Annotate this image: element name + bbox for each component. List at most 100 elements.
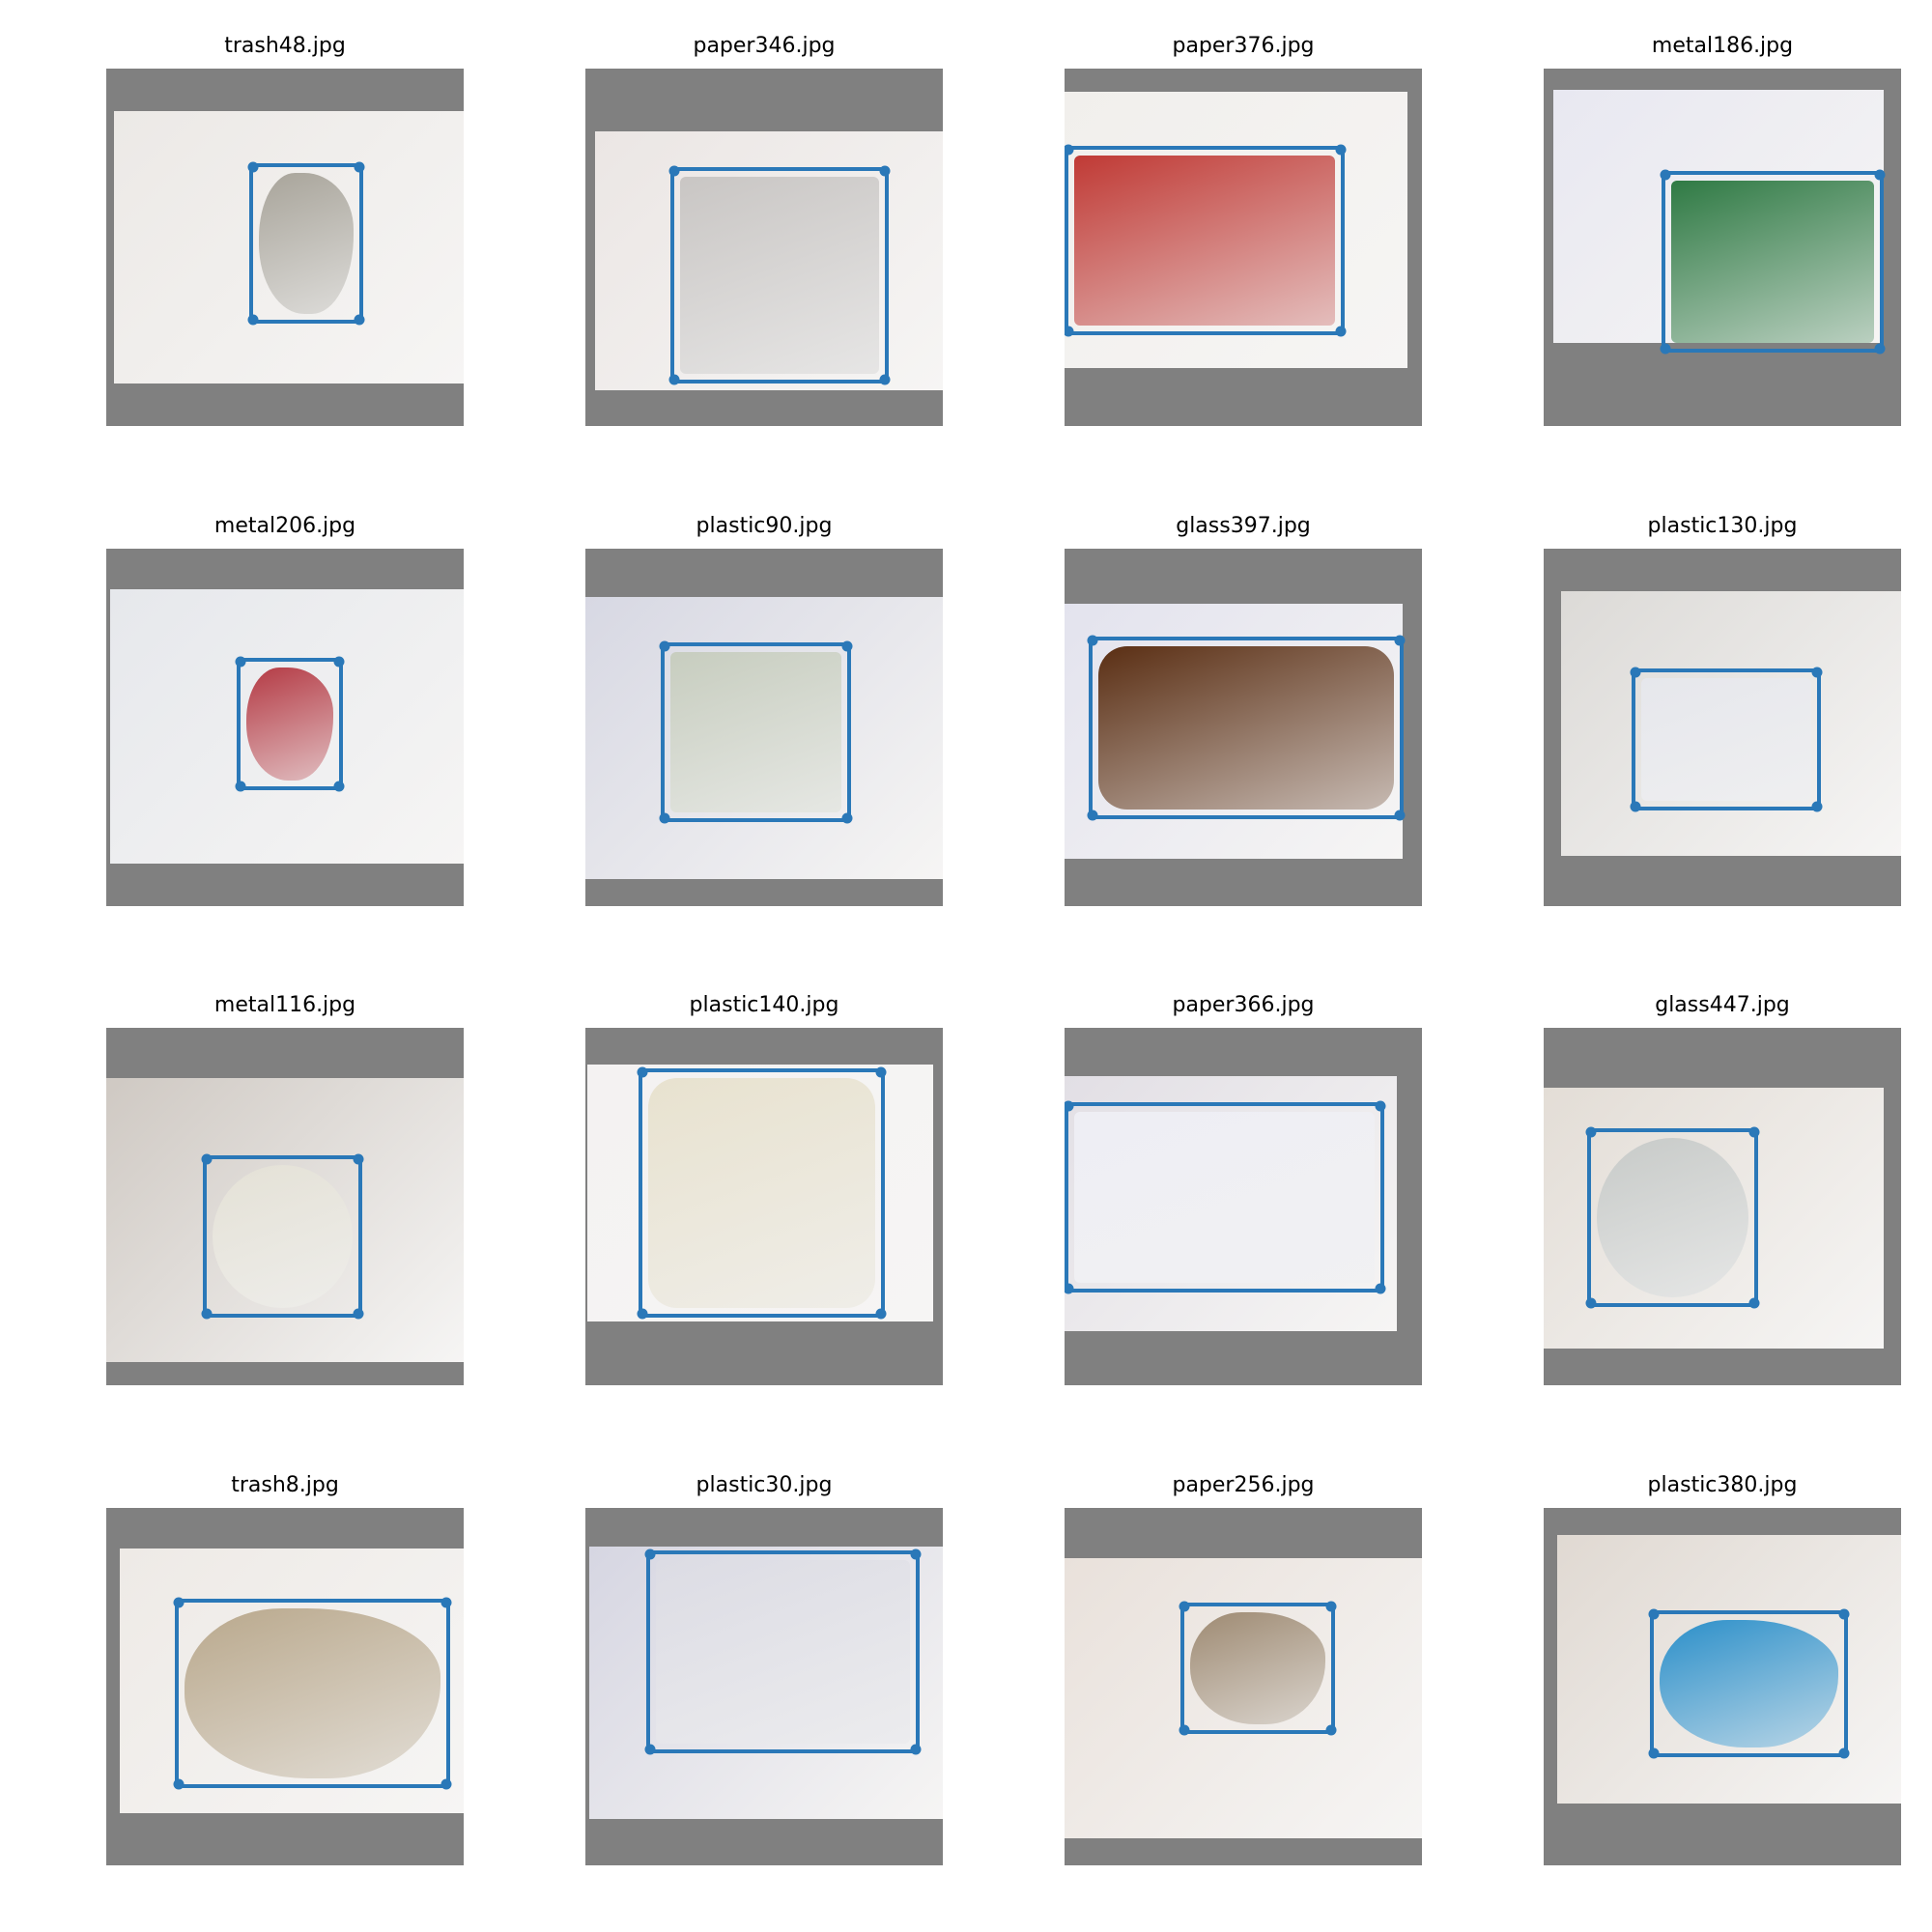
bbox-corner-tl (1087, 635, 1098, 646)
bounding-box (235, 656, 345, 792)
image-canvas (585, 1028, 943, 1385)
bbox-corner-br (333, 781, 345, 792)
bbox-corner-tr (910, 1548, 922, 1560)
bbox-corner-bl (1065, 326, 1074, 337)
image-panel: paper346.jpg (585, 0, 943, 426)
image-canvas (106, 69, 464, 426)
bbox-corner-bl (659, 812, 670, 824)
image-filename-title: trash8.jpg (231, 1473, 339, 1497)
bounding-box (644, 1548, 922, 1755)
bbox-corner-br (440, 1778, 452, 1790)
bbox-corner-tr (841, 640, 853, 652)
bbox-corner-br (354, 314, 365, 326)
image-filename-title: metal206.jpg (213, 514, 356, 538)
image-canvas (1544, 1508, 1901, 1865)
image-filename-title: paper346.jpg (693, 34, 836, 58)
image-panel: glass397.jpg (1065, 480, 1422, 906)
image-filename-title: paper376.jpg (1172, 34, 1315, 58)
bbox-corner-bl (644, 1744, 656, 1755)
image-canvas (1065, 1028, 1422, 1385)
bbox-corner-br (1874, 343, 1886, 355)
bbox-corner-bl (1065, 1283, 1074, 1294)
bbox-corner-tr (1394, 635, 1406, 646)
bbox-corner-tl (1660, 169, 1671, 181)
image-panel: glass447.jpg (1544, 959, 1901, 1385)
image-grid: trash48.jpg paper346.jpg paper376.jpg metal… (0, 0, 1932, 1932)
image-canvas (585, 69, 943, 426)
bbox-corner-bl (235, 781, 246, 792)
image-filename-title: plastic90.jpg (696, 514, 833, 538)
bbox-corner-tl (201, 1153, 213, 1165)
bbox-corner-br (1811, 801, 1823, 812)
image-panel: plastic30.jpg (585, 1439, 943, 1865)
image-filename-title: trash48.jpg (224, 34, 346, 58)
bbox-corner-br (1748, 1297, 1760, 1309)
bbox-corner-tr (1748, 1126, 1760, 1138)
image-canvas (1065, 69, 1422, 426)
image-panel: plastic380.jpg (1544, 1439, 1901, 1865)
bounding-box (637, 1066, 887, 1320)
bbox-corner-tl (1065, 144, 1074, 156)
image-panel: paper366.jpg (1065, 959, 1422, 1385)
bbox-corner-tl (1179, 1601, 1190, 1612)
image-canvas (585, 549, 943, 906)
bbox-corner-tr (333, 656, 345, 668)
image-canvas (1544, 549, 1901, 906)
bbox-corner-tr (354, 161, 365, 173)
image-filename-title: plastic140.jpg (689, 993, 839, 1017)
image-filename-title: plastic130.jpg (1647, 514, 1798, 538)
image-canvas (585, 1508, 943, 1865)
bounding-box (1179, 1601, 1337, 1736)
bbox-corner-br (1335, 326, 1347, 337)
bbox-corner-br (1375, 1283, 1386, 1294)
bounding-box (1660, 169, 1886, 355)
bounding-box (668, 165, 891, 385)
bounding-box (173, 1597, 452, 1790)
image-panel: paper256.jpg (1065, 1439, 1422, 1865)
bbox-corner-bl (1585, 1297, 1597, 1309)
bbox-corner-tl (644, 1548, 656, 1560)
bbox-corner-tl (1648, 1608, 1660, 1620)
image-filename-title: plastic380.jpg (1647, 1473, 1798, 1497)
bbox-corner-bl (173, 1778, 185, 1790)
image-filename-title: glass397.jpg (1176, 514, 1311, 538)
bbox-corner-br (841, 812, 853, 824)
bbox-corner-tl (1065, 1100, 1074, 1112)
bbox-corner-tr (875, 1066, 887, 1078)
bbox-corner-tl (637, 1066, 648, 1078)
bounding-box (1648, 1608, 1850, 1759)
bbox-corner-tr (879, 165, 891, 177)
image-canvas (1065, 1508, 1422, 1865)
image-filename-title: glass447.jpg (1655, 993, 1790, 1017)
image-panel: trash8.jpg (106, 1439, 464, 1865)
bounding-box (1087, 635, 1406, 821)
bounding-box (247, 161, 365, 326)
bbox-corner-tl (247, 161, 259, 173)
bbox-corner-bl (247, 314, 259, 326)
bbox-corner-br (1325, 1724, 1337, 1736)
bbox-corner-tr (353, 1153, 364, 1165)
bbox-corner-tl (659, 640, 670, 652)
image-canvas (1544, 69, 1901, 426)
bbox-corner-tr (1811, 667, 1823, 678)
image-panel: trash48.jpg (106, 0, 464, 426)
bbox-corner-bl (1630, 801, 1641, 812)
image-filename-title: metal116.jpg (213, 993, 356, 1017)
image-filename-title: plastic30.jpg (696, 1473, 833, 1497)
bbox-corner-tr (1375, 1100, 1386, 1112)
bbox-corner-tl (668, 165, 680, 177)
bbox-corner-br (910, 1744, 922, 1755)
bbox-corner-tl (235, 656, 246, 668)
bbox-corner-bl (1648, 1747, 1660, 1759)
bbox-corner-tl (1630, 667, 1641, 678)
bbox-corner-tl (173, 1597, 185, 1608)
bbox-corner-bl (1179, 1724, 1190, 1736)
image-canvas (106, 1508, 464, 1865)
image-canvas (1065, 549, 1422, 906)
bounding-box (1585, 1126, 1760, 1309)
image-panel: paper376.jpg (1065, 0, 1422, 426)
bbox-corner-br (879, 374, 891, 385)
image-panel: plastic90.jpg (585, 480, 943, 906)
image-panel: metal116.jpg (106, 959, 464, 1385)
image-filename-title: metal186.jpg (1651, 34, 1794, 58)
